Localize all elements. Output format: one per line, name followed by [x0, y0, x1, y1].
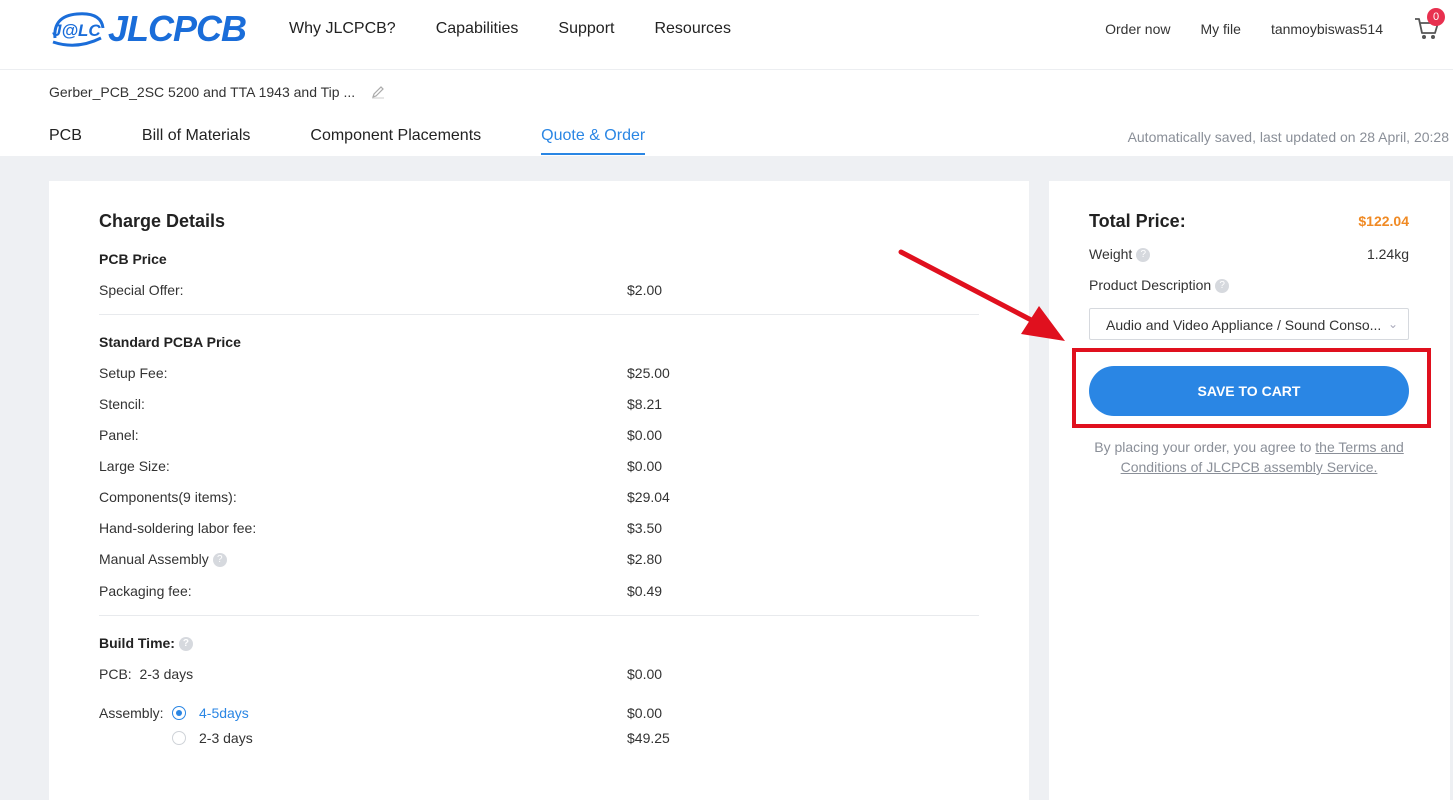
nav-capabilities[interactable]: Capabilities [436, 20, 519, 38]
build-time-label: Build Time: [99, 635, 175, 651]
build-time-heading: Build Time:? [99, 635, 679, 652]
cart-count-badge: 0 [1427, 8, 1445, 26]
stencil-label: Stencil: [99, 396, 145, 412]
components-row: Components(9 items): $29.04 [99, 489, 679, 505]
large-size-value: $0.00 [627, 458, 663, 474]
nav-why-jlcpcb[interactable]: Why JLCPCB? [289, 20, 396, 38]
tab-pcb[interactable]: PCB [49, 127, 82, 155]
project-header: Gerber_PCB_2SC 5200 and TTA 1943 and Tip… [0, 70, 1453, 156]
components-label: Components(9 items): [99, 489, 237, 505]
panel-row: Panel: $0.00 [99, 427, 679, 443]
assembly-option-4-5days[interactable]: 4-5days [199, 705, 249, 721]
terms-prefix: By placing your order, you agree to [1094, 439, 1316, 455]
setup-fee-label: Setup Fee: [99, 365, 168, 381]
tab-component-placements[interactable]: Component Placements [310, 127, 481, 155]
manual-assembly-row: Manual Assembly? $2.80 [99, 551, 679, 568]
packaging-fee-row: Packaging fee: $0.49 [99, 583, 679, 599]
hand-soldering-row: Hand-soldering labor fee: $3.50 [99, 520, 679, 536]
annotation-highlight-box [1072, 348, 1431, 428]
main-nav: Why JLCPCB? Capabilities Support Resourc… [289, 20, 731, 38]
autosave-status: Automatically saved, last updated on 28 … [1127, 129, 1449, 145]
assembly-option2-value: $49.25 [627, 730, 670, 746]
assembly-radio-4-5days[interactable] [172, 706, 186, 720]
panel-label: Panel: [99, 427, 139, 443]
help-icon[interactable]: ? [212, 553, 227, 568]
weight-label-text: Weight [1089, 246, 1133, 262]
assembly-option1-value: $0.00 [627, 705, 663, 721]
logo-text: JLCPCB [108, 8, 247, 49]
help-icon[interactable]: ? [1215, 279, 1230, 294]
hand-soldering-value: $3.50 [627, 520, 663, 536]
total-price-label: Total Price: [1089, 211, 1186, 231]
my-file-link[interactable]: My file [1200, 21, 1240, 37]
charge-details-card: Charge Details PCB Price Special Offer: … [49, 181, 1029, 800]
manual-assembly-label: Manual Assembly [99, 551, 209, 567]
components-value: $29.04 [627, 489, 670, 505]
tab-bill-of-materials[interactable]: Bill of Materials [142, 127, 250, 155]
help-icon[interactable]: ? [1136, 248, 1151, 263]
assembly-label: Assembly: [99, 705, 164, 721]
pcb-build-label: PCB: [99, 666, 132, 682]
product-description-text: Product Description [1089, 277, 1212, 293]
setup-fee-row: Setup Fee: $25.00 [99, 365, 679, 381]
nav-resources[interactable]: Resources [654, 20, 730, 38]
username-link[interactable]: tanmoybiswas514 [1271, 21, 1383, 37]
divider [99, 314, 979, 315]
tab-quote-order[interactable]: Quote & Order [541, 127, 646, 155]
jlcpcb-logo[interactable]: J@LC JLCPCB [49, 8, 247, 50]
large-size-label: Large Size: [99, 458, 170, 474]
annotation-arrow-icon [898, 249, 1065, 341]
edit-pencil-icon[interactable] [371, 85, 385, 99]
packaging-fee-label: Packaging fee: [99, 583, 192, 599]
filename-text: Gerber_PCB_2SC 5200 and TTA 1943 and Tip… [49, 84, 356, 100]
weight-label: Weight? [1089, 246, 1151, 263]
pcb-build-row: PCB: 2-3 days $0.00 [99, 666, 679, 682]
pcb-build-days: 2-3 days [139, 666, 194, 682]
order-summary-card: Total Price: $122.04 Weight? 1.24kg Prod… [1049, 181, 1450, 800]
panel-value: $0.00 [627, 427, 663, 443]
hand-soldering-label: Hand-soldering labor fee: [99, 520, 257, 536]
nav-support[interactable]: Support [558, 20, 614, 38]
top-navbar: J@LC JLCPCB Why JLCPCB? Capabilities Sup… [0, 0, 1453, 70]
stencil-value: $8.21 [627, 396, 663, 412]
assembly-radio-2-3days[interactable] [172, 731, 186, 745]
account-links: Order now My file tanmoybiswas514 [1105, 21, 1383, 37]
help-icon[interactable]: ? [178, 637, 193, 652]
divider [99, 615, 979, 616]
total-price-value: $122.04 [1358, 213, 1409, 229]
stencil-row: Stencil: $8.21 [99, 396, 679, 412]
packaging-fee-value: $0.49 [627, 583, 663, 599]
assembly-option-2-3days[interactable]: 2-3 days [199, 730, 253, 746]
project-tabs: PCB Bill of Materials Component Placemen… [49, 127, 646, 155]
svg-text:J@LC: J@LC [52, 21, 101, 40]
manual-assembly-value: $2.80 [627, 551, 663, 567]
jlc-logo-badge-icon: J@LC [52, 12, 105, 47]
special-offer-label: Special Offer: [99, 282, 184, 298]
project-filename: Gerber_PCB_2SC 5200 and TTA 1943 and Tip… [49, 84, 385, 100]
assembly-option-row-1: Assembly: 4-5days $0.00 [99, 705, 679, 721]
weight-value: 1.24kg [1366, 246, 1409, 262]
pcba-price-heading: Standard PCBA Price [99, 334, 241, 350]
terms-notice: By placing your order, you agree to the … [1079, 437, 1419, 477]
large-size-row: Large Size: $0.00 [99, 458, 679, 474]
chevron-down-icon: ⌄ [1387, 317, 1398, 331]
special-offer-value: $2.00 [627, 282, 663, 298]
pcb-build-value: $0.00 [627, 666, 663, 682]
product-description-select[interactable]: Audio and Video Appliance / Sound Conso.… [1089, 308, 1409, 340]
order-now-link[interactable]: Order now [1105, 21, 1170, 37]
pcb-price-heading: PCB Price [99, 251, 167, 267]
product-description-value: Audio and Video Appliance / Sound Conso.… [1106, 317, 1382, 333]
charge-details-title: Charge Details [99, 211, 226, 231]
setup-fee-value: $25.00 [627, 365, 670, 381]
product-description-label: Product Description? [1089, 277, 1230, 294]
special-offer-row: Special Offer: $2.00 [99, 282, 679, 298]
